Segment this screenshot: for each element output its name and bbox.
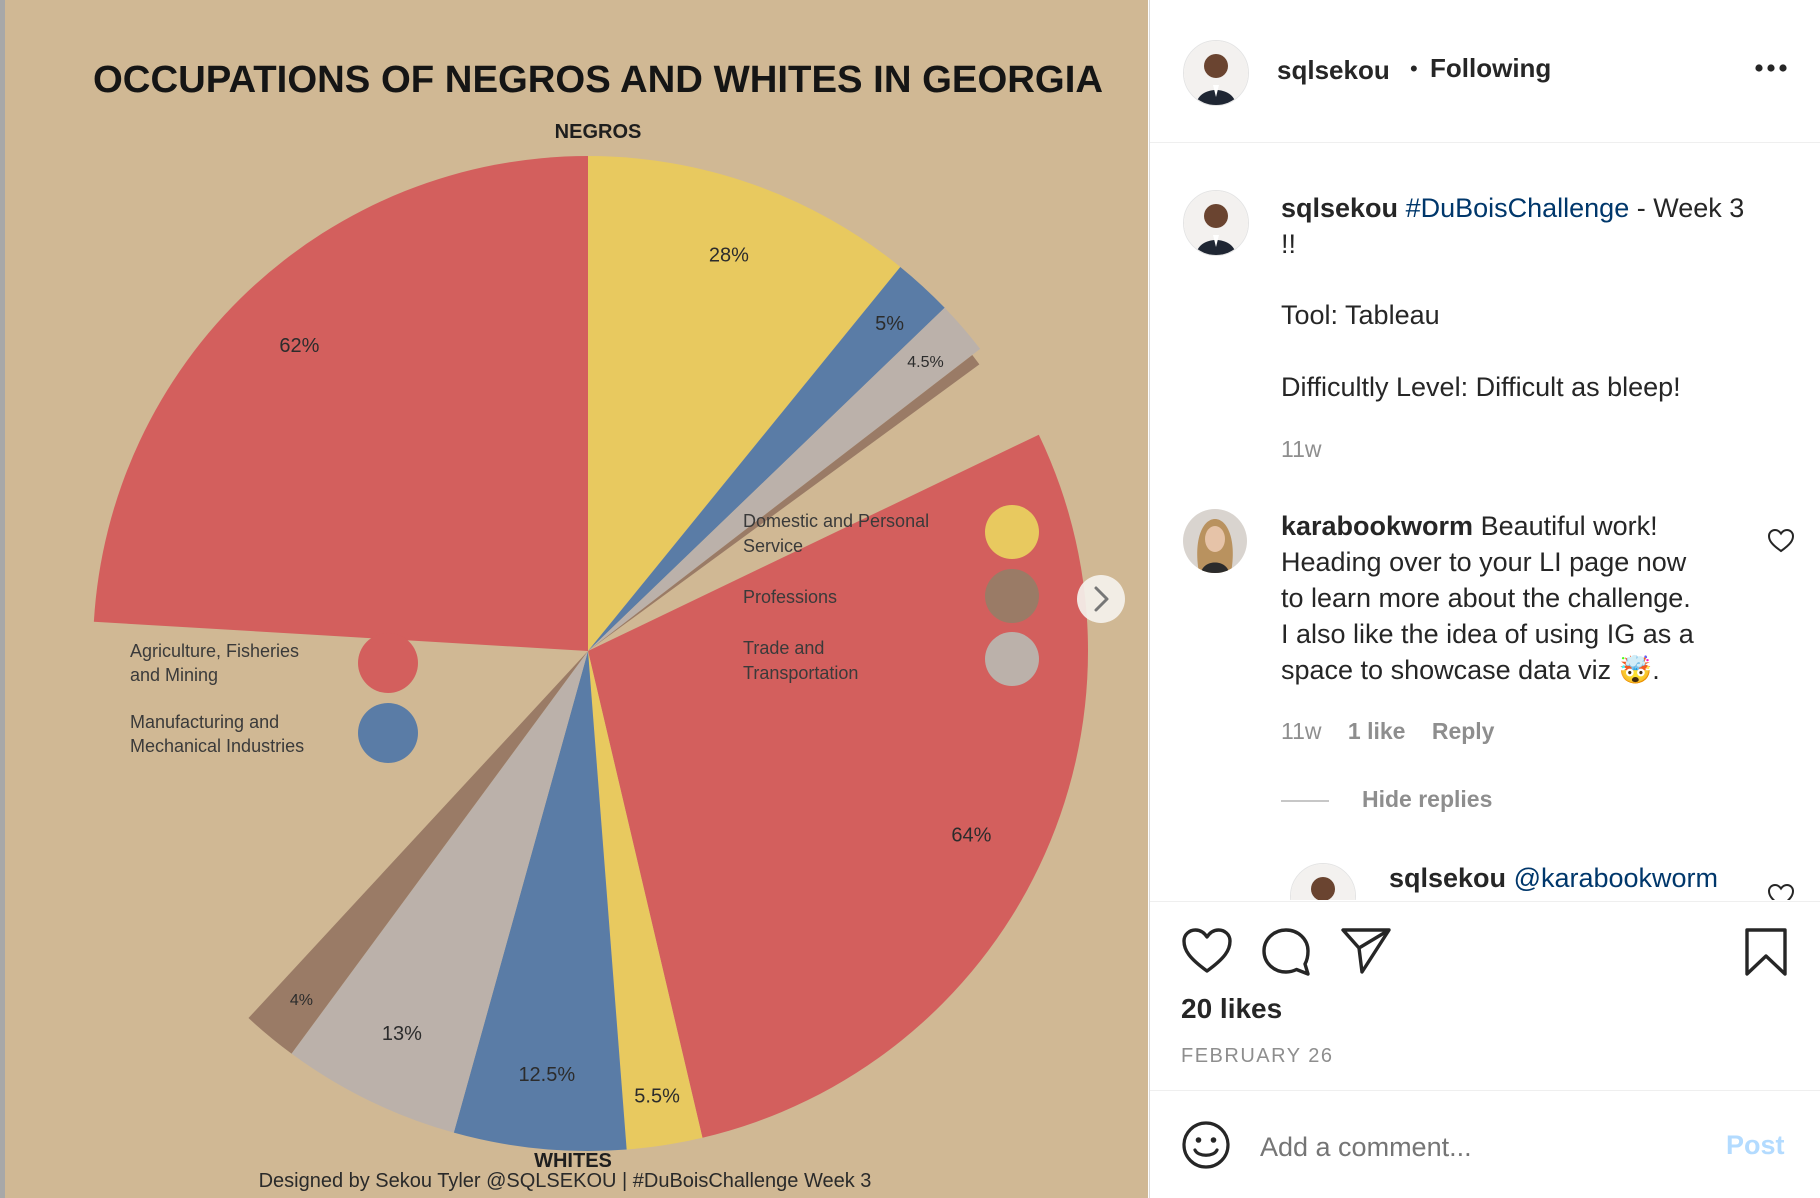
header-separator: • <box>1410 56 1418 81</box>
caption-hashtag[interactable]: #DuBoisChallenge <box>1406 193 1630 223</box>
legend-label-manufacturing-2: Mechanical Industries <box>130 736 304 756</box>
comment-reply-button[interactable]: Reply <box>1432 718 1495 744</box>
comment-text-line3: to learn more about the challenge. <box>1281 583 1691 613</box>
post-image: OCCUPATIONS OF NEGROS AND WHITES IN GEOR… <box>5 0 1148 1198</box>
follow-status-button[interactable]: Following <box>1430 53 1551 84</box>
bookmark-icon[interactable] <box>1743 926 1789 978</box>
legend-label-manufacturing: Manufacturing and <box>130 712 279 732</box>
slice-negros-agriculture-fisheries-and-mining <box>93 156 589 651</box>
legend-label-domestic: Domestic and Personal <box>743 511 929 531</box>
comment-text-line4: I also like the idea of using IG as a <box>1281 619 1694 649</box>
slice-label-whites-professions: 4% <box>290 992 313 1009</box>
comment-text-line2: Heading over to your LI page now <box>1281 547 1687 577</box>
hide-replies-button[interactable]: Hide replies <box>1362 786 1492 813</box>
next-image-button[interactable] <box>1077 575 1125 623</box>
comment-time[interactable]: 11w <box>1281 718 1322 744</box>
emoji-smiley-icon[interactable] <box>1181 1120 1231 1170</box>
legend-label-domestic-2: Service <box>743 536 803 556</box>
comment-bubble-icon[interactable] <box>1260 926 1312 978</box>
chart-credit: Designed by Sekou Tyler @SQLSEKOU | #DuB… <box>259 1170 872 1192</box>
slice-label-whites-domestic-and-personal-service: 5.5% <box>634 1086 680 1108</box>
caption-username[interactable]: sqlsekou <box>1281 193 1398 223</box>
likes-count[interactable]: 20 likes <box>1181 993 1282 1025</box>
legend-label-agriculture: Agriculture, Fisheries <box>130 641 299 661</box>
slice-label-negros-domestic-and-personal-service: 28% <box>709 245 749 267</box>
reply-like-heart-icon[interactable] <box>1767 883 1795 900</box>
caption-time[interactable]: 11w <box>1281 436 1322 463</box>
comment-like-heart-icon[interactable] <box>1767 528 1795 554</box>
post-side-panel: sqlsekou • Following sqlsekou #DuBoisCha… <box>1149 0 1820 1198</box>
legend-label-trade-2: Transportation <box>743 663 858 683</box>
legend-label-trade: Trade and <box>743 638 824 658</box>
legend-swatch-professions <box>985 569 1039 623</box>
slice-label-negros-manufacturing-and-mechanical-industries: 5% <box>875 313 904 335</box>
legend-label-agriculture-2: and Mining <box>130 665 218 685</box>
heart-icon[interactable] <box>1181 927 1233 975</box>
comment-input[interactable] <box>1258 1125 1712 1169</box>
commenter-avatar[interactable] <box>1183 509 1247 573</box>
post-date[interactable]: FEBRUARY 26 <box>1181 1045 1334 1068</box>
chart-title: OCCUPATIONS OF NEGROS AND WHITES IN GEOR… <box>93 59 1103 101</box>
slice-label-whites-manufacturing-and-mechanical-industries: 12.5% <box>518 1064 575 1086</box>
comment-text-line1: Beautiful work! <box>1473 511 1658 541</box>
author-avatar[interactable] <box>1183 40 1249 106</box>
comment-text-line5: space to showcase data viz 🤯. <box>1281 655 1660 685</box>
paper-plane-icon[interactable] <box>1340 926 1392 976</box>
pie-chart: OCCUPATIONS OF NEGROS AND WHITES IN GEOR… <box>93 59 1125 1192</box>
group-label-whites: WHITES <box>534 1150 612 1172</box>
legend-swatch-manufacturing <box>358 703 418 763</box>
legend-left: Agriculture, Fisheries and Mining Manufa… <box>130 633 418 763</box>
slice-label-whites-trade-and-transportation: 13% <box>382 1023 422 1045</box>
legend-swatch-domestic <box>985 505 1039 559</box>
legend-swatch-agriculture <box>358 633 418 693</box>
caption-avatar[interactable] <box>1183 190 1249 256</box>
more-options-icon[interactable] <box>1753 62 1789 74</box>
author-username[interactable]: sqlsekou <box>1277 55 1390 86</box>
input-divider <box>1150 1090 1820 1091</box>
header-divider <box>1150 142 1820 143</box>
comment-username[interactable]: karabookworm <box>1281 511 1473 541</box>
post-comment-button[interactable]: Post <box>1726 1130 1785 1161</box>
reply-preview: sqlsekou @karabookworm <box>1150 855 1820 900</box>
reply-username[interactable]: sqlsekou <box>1389 863 1506 893</box>
legend-swatch-trade <box>985 632 1039 686</box>
slice-label-whites-agriculture-fisheries-and-mining: 64% <box>951 824 991 846</box>
slice-label-negros-trade-and-transportation: 4.5% <box>907 354 943 371</box>
reply-avatar[interactable] <box>1290 863 1356 900</box>
comment-likes-count[interactable]: 1 like <box>1348 718 1406 744</box>
actions-divider <box>1150 901 1820 902</box>
caption-difficulty: Difficultly Level: Difficult as bleep! <box>1281 372 1681 402</box>
group-label-negros: NEGROS <box>555 121 642 143</box>
caption-tool: Tool: Tableau <box>1281 300 1440 330</box>
legend-label-professions: Professions <box>743 587 837 607</box>
caption-text-line2: !! <box>1281 229 1297 259</box>
slice-label-negros-agriculture-fisheries-and-mining: 62% <box>279 335 319 357</box>
reply-mention[interactable]: @karabookworm <box>1514 863 1718 893</box>
caption-text: - Week 3 <box>1629 193 1745 223</box>
hide-replies-line <box>1281 800 1329 802</box>
